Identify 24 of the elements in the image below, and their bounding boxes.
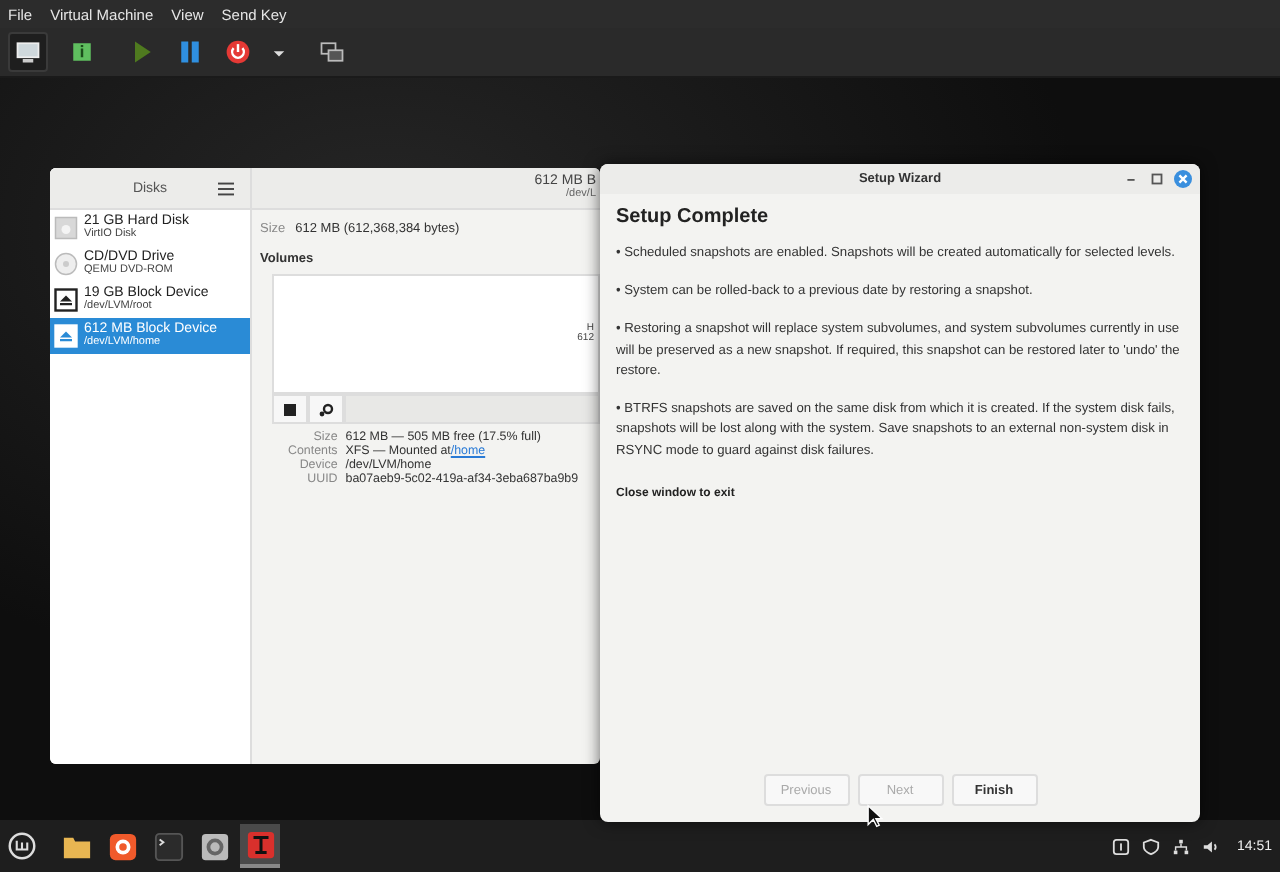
menu-icon[interactable] [218, 181, 234, 195]
monitor-icon[interactable] [8, 32, 48, 72]
browser-icon [107, 831, 137, 861]
stop-icon [282, 401, 298, 417]
stop-button[interactable] [272, 394, 308, 424]
mint-menu-icon[interactable] [8, 832, 36, 860]
page-heading: Setup Complete [616, 206, 771, 228]
app-icon [245, 829, 275, 859]
network-icon[interactable] [1172, 837, 1191, 855]
pause-icon[interactable] [176, 38, 204, 66]
eject-icon [54, 324, 78, 348]
caret-icon[interactable] [272, 45, 286, 59]
shield-icon[interactable] [1142, 837, 1161, 855]
mouse-pointer-icon [866, 804, 884, 828]
keyboard-layout-icon[interactable] [1112, 837, 1131, 855]
info-icon[interactable] [68, 38, 96, 66]
volume-icon[interactable] [1202, 837, 1221, 855]
terminal-icon [153, 831, 183, 861]
screens-icon[interactable] [318, 38, 346, 66]
maximize-icon[interactable] [1148, 170, 1166, 188]
close-icon[interactable] [1174, 170, 1192, 188]
settings-button[interactable] [308, 394, 344, 424]
disc-icon [54, 252, 78, 276]
power-icon[interactable] [224, 38, 252, 66]
